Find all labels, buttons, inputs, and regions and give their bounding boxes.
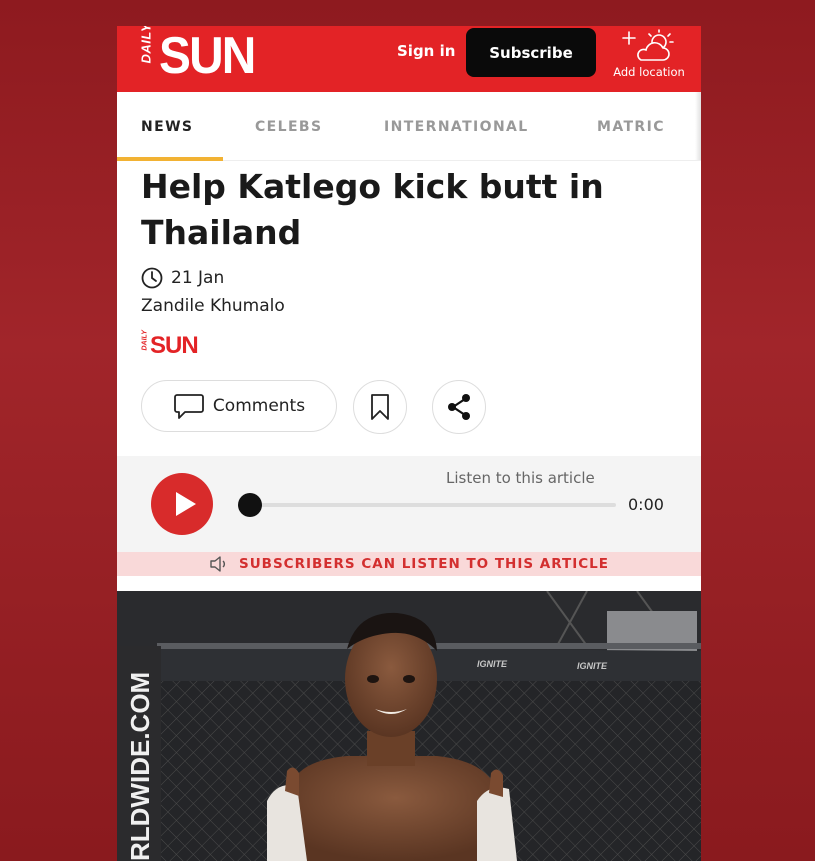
site-header: DAILY SUN Sign in Subscribe Add location	[117, 26, 701, 92]
tab-news[interactable]: NEWS	[141, 119, 193, 135]
section-nav: NEWS CELEBS INTERNATIONAL MATRIC	[117, 92, 701, 161]
tab-matric[interactable]: MATRIC	[597, 119, 665, 135]
comment-icon	[174, 394, 204, 419]
listen-label: Listen to this article	[446, 469, 595, 487]
add-location-button[interactable]: Add location	[607, 26, 687, 86]
subscribers-notice-bar[interactable]: SUBSCRIBERS CAN LISTEN TO THIS ARTICLE	[117, 552, 701, 576]
play-button[interactable]	[151, 473, 213, 535]
audio-time: 0:00	[628, 495, 664, 514]
comments-label: Comments	[212, 396, 306, 416]
share-button[interactable]	[432, 380, 486, 434]
share-icon	[448, 394, 470, 420]
cage-brand-text-2: IGNITE	[577, 661, 608, 671]
bookmark-icon	[371, 394, 389, 420]
source-logo-sun: SUN	[150, 332, 199, 359]
subscribers-notice-text: SUBSCRIBERS CAN LISTEN TO THIS ARTICLE	[238, 556, 610, 572]
comments-button[interactable]: Comments	[141, 380, 337, 432]
cage-brand-text-1: IGNITE	[477, 659, 508, 669]
audio-progress-track[interactable]	[250, 503, 616, 507]
nav-scroll-shadow	[695, 92, 701, 160]
article-photo: IGNITE IGNITE RLDWIDE.COM	[117, 591, 701, 861]
boxer-photo-illustration: IGNITE IGNITE RLDWIDE.COM	[117, 591, 701, 861]
phone-screen: DAILY SUN Sign in Subscribe Add location	[117, 26, 701, 861]
speaker-icon	[210, 556, 225, 572]
banner-text: RLDWIDE.COM	[125, 672, 155, 861]
article-headline: Help Katlego kick butt in Thailand	[141, 167, 604, 252]
logo-daily-text: DAILY	[138, 26, 154, 63]
weather-location-icon	[622, 29, 674, 61]
audio-progress-knob[interactable]	[238, 493, 262, 517]
logo-sun-text: SUN	[159, 27, 256, 85]
tab-celebs[interactable]: CELEBS	[255, 119, 322, 135]
source-logo: DAILY SUN	[141, 329, 199, 360]
active-tab-indicator	[117, 157, 223, 161]
subscribe-button[interactable]: Subscribe	[466, 28, 596, 77]
clock-icon	[141, 267, 163, 289]
article-date: 21 Jan	[171, 268, 225, 288]
article-date-row: 21 Jan	[141, 267, 224, 289]
source-logo-daily: DAILY	[141, 329, 149, 350]
tab-international[interactable]: INTERNATIONAL	[384, 119, 529, 135]
sign-in-link[interactable]: Sign in	[397, 42, 455, 60]
article-author[interactable]: Zandile Khumalo	[141, 296, 285, 316]
add-location-label: Add location	[613, 65, 685, 79]
daily-sun-logo[interactable]: DAILY SUN	[138, 26, 263, 85]
bookmark-button[interactable]	[353, 380, 407, 434]
